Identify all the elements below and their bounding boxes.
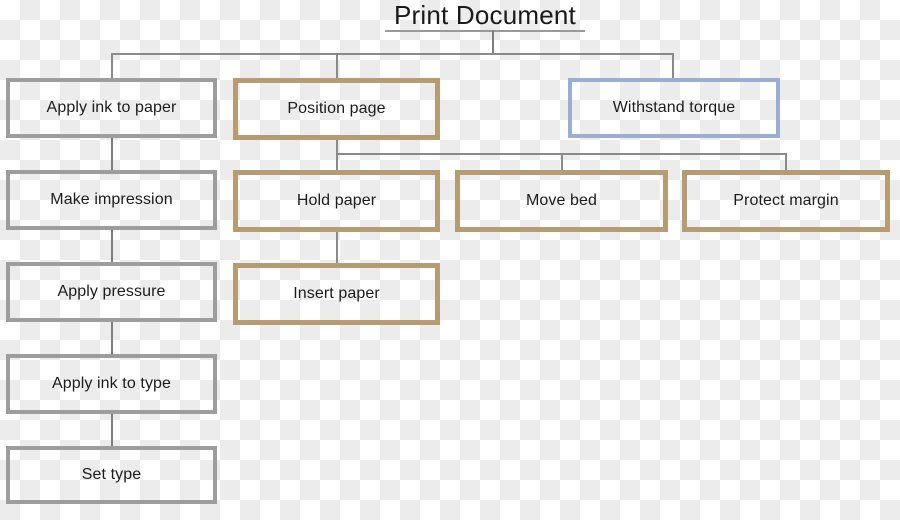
title-underline bbox=[385, 30, 585, 32]
node-apply-ink-to-type[interactable]: Apply ink to type bbox=[6, 354, 217, 414]
connector-drop-protect-margin bbox=[785, 153, 787, 171]
diagram-canvas: Print Document Apply ink to paper Positi… bbox=[0, 0, 900, 520]
node-position-page[interactable]: Position page bbox=[233, 78, 440, 140]
connector-drop-position-page bbox=[336, 53, 338, 78]
node-set-type[interactable]: Set type bbox=[6, 446, 217, 504]
node-move-bed[interactable]: Move bed bbox=[455, 170, 668, 232]
node-label: Apply ink to type bbox=[51, 375, 172, 392]
connector-drop-hold-paper bbox=[336, 153, 338, 171]
node-withstand-torque[interactable]: Withstand torque bbox=[568, 78, 780, 138]
node-label: Hold paper bbox=[296, 192, 377, 209]
node-label: Insert paper bbox=[293, 285, 380, 302]
connector-apply-ink-to-paper-to-make-impression bbox=[111, 138, 113, 171]
connector-drop-withstand-torque bbox=[672, 53, 674, 78]
connector-drop-apply-ink-to-paper bbox=[111, 53, 113, 78]
node-label: Make impression bbox=[50, 191, 173, 208]
node-make-impression[interactable]: Make impression bbox=[6, 170, 217, 230]
node-protect-margin[interactable]: Protect margin bbox=[682, 170, 890, 232]
connector-apply-ink-to-type-to-set-type bbox=[111, 413, 113, 446]
connector-root-stem bbox=[492, 30, 494, 54]
node-label: Position page bbox=[287, 100, 386, 117]
node-label: Set type bbox=[81, 466, 142, 483]
node-apply-pressure[interactable]: Apply pressure bbox=[6, 262, 217, 322]
node-insert-paper[interactable]: Insert paper bbox=[233, 263, 440, 325]
node-label: Withstand torque bbox=[612, 99, 736, 116]
page-title: Print Document bbox=[394, 0, 576, 30]
node-label: Apply ink to paper bbox=[46, 99, 177, 116]
connector-level1-bus bbox=[111, 53, 673, 55]
node-label: Apply pressure bbox=[57, 283, 166, 300]
node-hold-paper[interactable]: Hold paper bbox=[233, 170, 440, 232]
node-apply-ink-to-paper[interactable]: Apply ink to paper bbox=[6, 78, 217, 138]
connector-drop-move-bed bbox=[561, 153, 563, 171]
connector-position-page-stem bbox=[336, 140, 338, 154]
node-label: Protect margin bbox=[733, 192, 839, 209]
connector-hold-paper-to-insert-paper bbox=[336, 232, 338, 264]
node-label: Move bed bbox=[525, 192, 598, 209]
connector-apply-pressure-to-apply-ink-to-type bbox=[111, 322, 113, 355]
connector-make-impression-to-apply-pressure bbox=[111, 230, 113, 263]
